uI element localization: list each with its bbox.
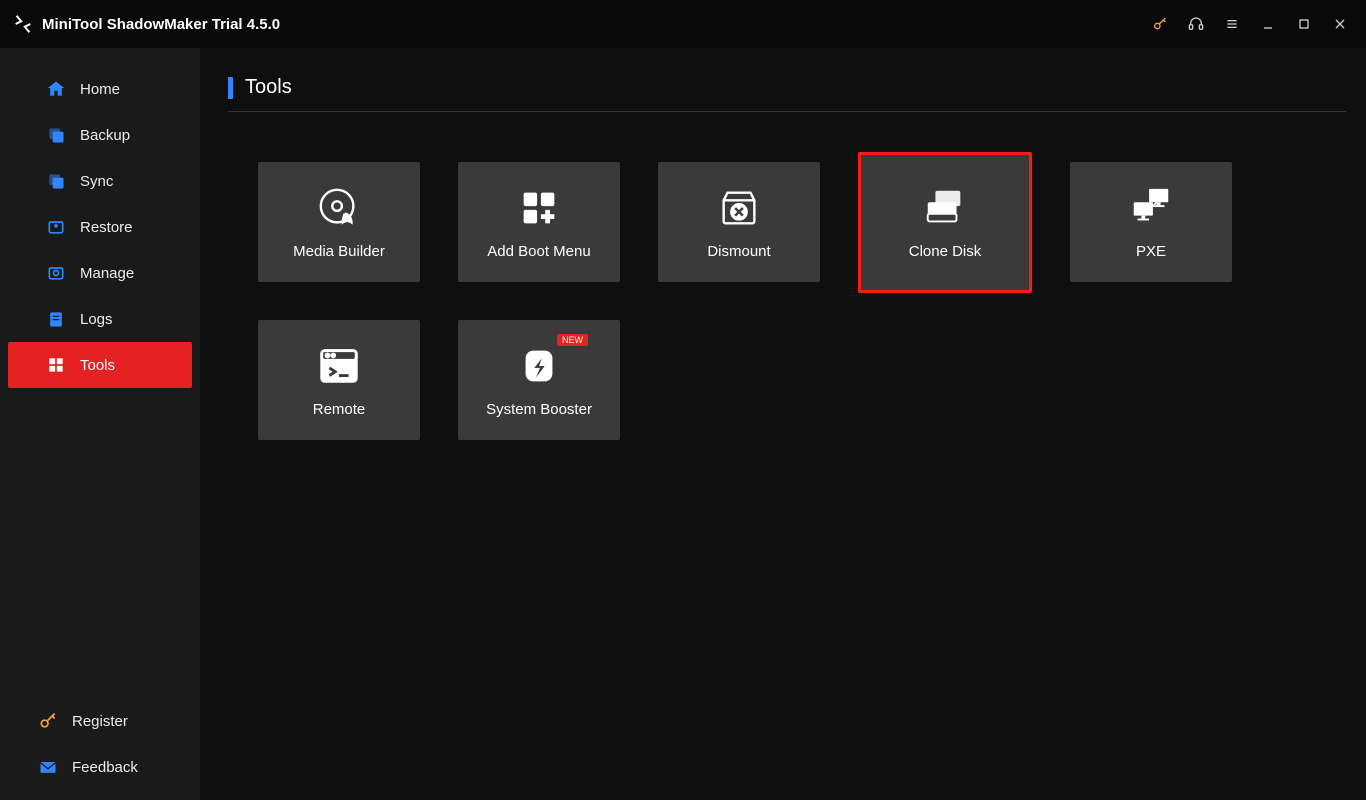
restore-icon — [46, 217, 66, 237]
card-add-boot-menu[interactable]: Add Boot Menu — [458, 162, 620, 282]
page-header: Tools — [228, 76, 1346, 112]
disk-stack-icon — [922, 185, 968, 231]
sidebar-item-home[interactable]: Home — [8, 66, 192, 112]
manage-icon — [46, 263, 66, 283]
network-pc-icon — [1128, 185, 1174, 231]
card-label: PXE — [1136, 243, 1166, 260]
card-label: System Booster — [486, 401, 592, 418]
sidebar-item-tools[interactable]: Tools — [8, 342, 192, 388]
sidebar-register[interactable]: Register — [0, 698, 200, 744]
backup-icon — [46, 125, 66, 145]
app-title: MiniTool ShadowMaker Trial 4.5.0 — [42, 16, 280, 33]
tools-icon — [46, 355, 66, 375]
register-label: Register — [72, 713, 128, 730]
tools-grid: Media Builder Add Boot Menu Dismount Clo… — [228, 162, 1346, 440]
sidebar-item-label: Manage — [80, 265, 134, 282]
register-key-button[interactable] — [1144, 8, 1176, 40]
card-label: Add Boot Menu — [487, 243, 590, 260]
main-content: Tools Media Builder Add Boot Menu Dismou… — [200, 48, 1366, 800]
card-pxe[interactable]: PXE — [1070, 162, 1232, 282]
grid-plus-icon — [516, 185, 562, 231]
titlebar: MiniTool ShadowMaker Trial 4.5.0 — [0, 0, 1366, 48]
sidebar-item-logs[interactable]: Logs — [8, 296, 192, 342]
sidebar-item-label: Home — [80, 81, 120, 98]
sidebar-item-sync[interactable]: Sync — [8, 158, 192, 204]
card-label: Remote — [313, 401, 366, 418]
close-button[interactable] — [1324, 8, 1356, 40]
disc-icon — [316, 185, 362, 231]
sidebar-feedback[interactable]: Feedback — [0, 744, 200, 790]
sidebar: Home Backup Sync Restore Manage Logs Too… — [0, 48, 200, 800]
terminal-icon — [316, 343, 362, 389]
sidebar-item-restore[interactable]: Restore — [8, 204, 192, 250]
sidebar-item-label: Sync — [80, 173, 113, 190]
home-icon — [46, 79, 66, 99]
app-logo-icon — [12, 13, 34, 35]
minimize-button[interactable] — [1252, 8, 1284, 40]
card-clone-disk[interactable]: Clone Disk — [858, 152, 1032, 293]
sidebar-item-label: Restore — [80, 219, 133, 236]
logs-icon — [46, 309, 66, 329]
page-title: Tools — [245, 76, 292, 99]
card-media-builder[interactable]: Media Builder — [258, 162, 420, 282]
maximize-button[interactable] — [1288, 8, 1320, 40]
sidebar-item-backup[interactable]: Backup — [8, 112, 192, 158]
sync-icon — [46, 171, 66, 191]
feedback-label: Feedback — [72, 759, 138, 776]
menu-button[interactable] — [1216, 8, 1248, 40]
card-label: Media Builder — [293, 243, 385, 260]
booster-icon — [516, 343, 562, 389]
card-dismount[interactable]: Dismount — [658, 162, 820, 282]
mail-icon — [38, 757, 58, 777]
header-accent-bar — [228, 77, 233, 99]
card-system-booster[interactable]: NEW System Booster — [458, 320, 620, 440]
sidebar-item-manage[interactable]: Manage — [8, 250, 192, 296]
sidebar-item-label: Tools — [80, 357, 115, 374]
card-label: Clone Disk — [909, 243, 982, 260]
new-badge: NEW — [557, 334, 588, 346]
sidebar-item-label: Logs — [80, 311, 113, 328]
box-x-icon — [716, 185, 762, 231]
sidebar-item-label: Backup — [80, 127, 130, 144]
support-button[interactable] — [1180, 8, 1212, 40]
card-remote[interactable]: Remote — [258, 320, 420, 440]
key-icon — [38, 711, 58, 731]
card-label: Dismount — [707, 243, 770, 260]
